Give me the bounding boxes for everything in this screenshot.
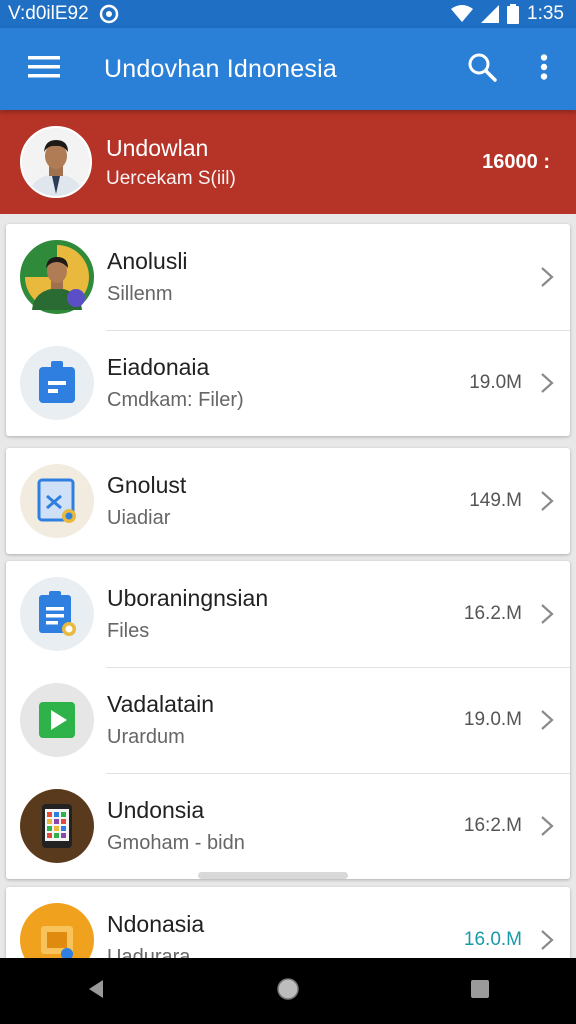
more-vert-icon bbox=[540, 53, 548, 85]
chevron-right-icon bbox=[530, 372, 564, 394]
row-subtitle: Uiadiar bbox=[107, 507, 171, 529]
list-card: Anolusli Sillenm Eiadonaia Cmdkam: Filer… bbox=[6, 224, 570, 436]
row-title: Vadalatain bbox=[107, 691, 214, 717]
list-item[interactable]: Vadalatain Urardum 19.0.M bbox=[6, 667, 570, 773]
row-size: 16.0.M bbox=[463, 929, 522, 950]
overflow-menu-button[interactable] bbox=[522, 47, 566, 91]
status-left-text: V:d0ilE92 bbox=[8, 3, 89, 24]
chevron-right-icon bbox=[530, 266, 564, 288]
signal-icon bbox=[481, 5, 500, 23]
chevron-right-icon bbox=[530, 490, 564, 512]
app-title: Undovhan Idnonesia bbox=[104, 54, 337, 83]
row-subtitle: Cmdkam: Filer) bbox=[107, 389, 244, 411]
scroll-handle[interactable] bbox=[198, 872, 348, 879]
banner-subtitle: Uercekam S(iil) bbox=[106, 167, 236, 189]
list-item[interactable]: Ndonasia Uadurara 16.0.M bbox=[6, 887, 570, 967]
phone-apps-icon bbox=[20, 789, 94, 863]
row-size: 149.M bbox=[469, 490, 522, 511]
row-subtitle: Urardum bbox=[107, 726, 185, 748]
row-size: 19.0M bbox=[469, 372, 522, 393]
battery-icon bbox=[507, 4, 520, 24]
list-item[interactable]: Eiadonaia Cmdkam: Filer) 19.0M bbox=[6, 330, 570, 436]
list-card: Gnolust Uiadiar 149.M bbox=[6, 448, 570, 554]
app-bar: Undovhan Idnonesia bbox=[0, 28, 576, 110]
row-title: Eiadonaia bbox=[107, 354, 210, 380]
back-button[interactable] bbox=[66, 961, 126, 1021]
row-subtitle: Sillenm bbox=[107, 283, 173, 305]
hamburger-menu-icon bbox=[28, 55, 60, 83]
sync-icon bbox=[99, 4, 119, 24]
list-item[interactable]: Uboraningnsian Files 16.2.M bbox=[6, 561, 570, 667]
list-item[interactable]: Anolusli Sillenm bbox=[6, 224, 570, 330]
recents-button[interactable] bbox=[450, 961, 510, 1021]
system-nav-bar bbox=[0, 958, 576, 1024]
row-size: 16.2.M bbox=[463, 603, 522, 624]
image-file-icon bbox=[20, 464, 94, 538]
status-bar: V:d0ilE92 1:35 bbox=[0, 0, 576, 28]
search-button[interactable] bbox=[460, 47, 504, 91]
row-title: Gnolust bbox=[107, 472, 187, 498]
list-card: Uboraningnsian Files 16.2.M Vadalatain U… bbox=[6, 561, 570, 879]
avatar bbox=[20, 126, 92, 198]
row-title: Ndonasia bbox=[107, 911, 205, 937]
row-title: Anolusli bbox=[107, 248, 188, 274]
menu-button[interactable] bbox=[20, 45, 68, 93]
row-subtitle: Gmoham - bidn bbox=[107, 832, 245, 854]
list-card: Ndonasia Uadurara 16.0.M bbox=[6, 887, 570, 967]
row-title: Uboraningnsian bbox=[107, 585, 269, 611]
home-circle-icon bbox=[276, 977, 300, 1006]
row-title: Undonsia bbox=[107, 797, 205, 823]
person-avatar-icon bbox=[20, 240, 94, 314]
row-size: 16:2.M bbox=[463, 815, 522, 836]
status-time: 1:35 bbox=[527, 3, 564, 24]
banner-name: Undowlan bbox=[106, 134, 209, 161]
profile-banner[interactable]: Undowlan Uercekam S(iil) 16000 : bbox=[0, 110, 576, 214]
chevron-right-icon bbox=[530, 709, 564, 731]
recents-square-icon bbox=[470, 979, 490, 1004]
list-item[interactable]: Gnolust Uiadiar 149.M bbox=[6, 448, 570, 554]
play-video-icon bbox=[20, 683, 94, 757]
chevron-right-icon bbox=[530, 929, 564, 951]
row-size: 19.0.M bbox=[463, 709, 522, 730]
banner-value: 16000 : bbox=[482, 150, 550, 173]
chevron-right-icon bbox=[530, 815, 564, 837]
wifi-icon bbox=[451, 5, 474, 23]
list-item[interactable]: Undonsia Gmoham - bidn 16:2.M bbox=[6, 773, 570, 879]
chevron-right-icon bbox=[530, 603, 564, 625]
back-triangle-icon bbox=[87, 979, 105, 1004]
blue-clipboard-icon bbox=[20, 346, 94, 420]
document-file-icon bbox=[20, 577, 94, 651]
home-button[interactable] bbox=[258, 961, 318, 1021]
row-subtitle: Files bbox=[107, 620, 150, 642]
search-icon bbox=[467, 52, 497, 87]
